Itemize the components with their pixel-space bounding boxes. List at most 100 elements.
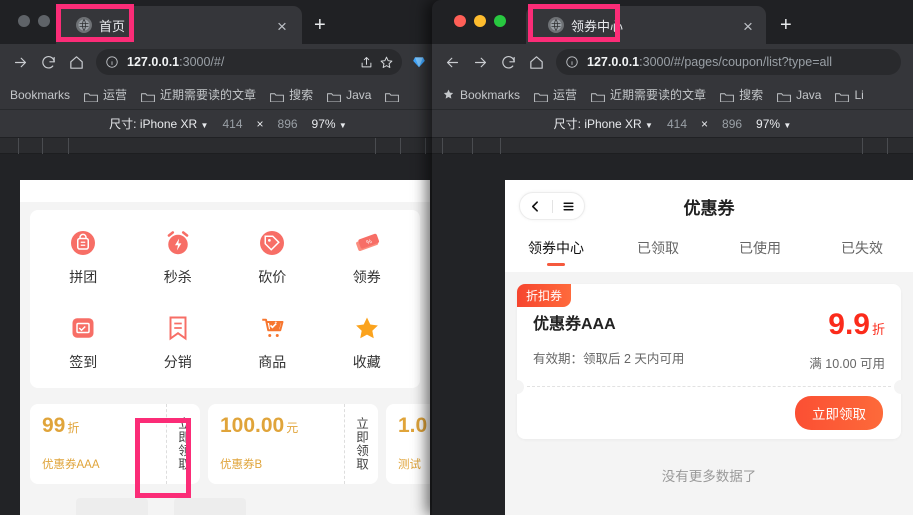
- coupon-discount: 9.9折: [809, 310, 885, 340]
- browser-tab-coupon[interactable]: 领券中心: [526, 6, 766, 44]
- device-size-label: 尺寸: iPhone XR: [109, 117, 197, 131]
- grid-item-lingquan[interactable]: % 领券: [320, 228, 415, 287]
- tab-label: 已使用: [739, 238, 781, 258]
- close-window-button[interactable]: [18, 15, 30, 27]
- device-stage-left: 拼团 秒杀: [0, 154, 456, 515]
- placeholder-block: [174, 498, 246, 515]
- grid-item-shoucang[interactable]: 收藏: [320, 313, 415, 372]
- nav-capsule[interactable]: [519, 192, 585, 220]
- tab-lingquan-zhongxin[interactable]: 领券中心: [505, 232, 607, 272]
- favorite-star-icon: [352, 313, 382, 343]
- bookmark-item[interactable]: Java: [322, 86, 376, 104]
- back-chevron-icon[interactable]: [520, 200, 552, 213]
- device-toolbar-left: 尺寸: iPhone XR ▼ 414 × 896 97% ▼: [0, 110, 456, 138]
- grid-item-qiandao[interactable]: 签到: [36, 313, 131, 372]
- bookmark-item[interactable]: 近期需要读的文章: [586, 84, 711, 105]
- bookmark-item[interactable]: 运营: [79, 84, 132, 105]
- coupon-info: 优惠券AAA 有效期：领取后 2 天内可用: [533, 310, 684, 367]
- reload-icon[interactable]: [494, 48, 522, 76]
- grid-item-label: 签到: [69, 352, 97, 372]
- tab-yishixiao[interactable]: 已失效: [811, 232, 913, 272]
- mini-coupon-amount: 99折: [42, 415, 166, 436]
- device-width-input[interactable]: 414: [222, 117, 242, 131]
- mini-coupon-take-label: 立即领取: [174, 417, 193, 471]
- grid-item-miaosha[interactable]: 秒杀: [131, 228, 226, 287]
- grid-item-pintuan[interactable]: 拼团: [36, 228, 131, 287]
- url-host-right: 127.0.0.1: [587, 55, 639, 69]
- forward-icon[interactable]: [6, 48, 34, 76]
- mini-coupon-card[interactable]: 99折 优惠券AAA 立即领取: [30, 404, 200, 484]
- device-height-input[interactable]: 896: [722, 117, 742, 131]
- tab-yishiyong[interactable]: 已使用: [709, 232, 811, 272]
- toolbar-left: 127.0.0.1:3000/#/ ⌘: [0, 44, 456, 80]
- coupon-card[interactable]: 折扣券 优惠券AAA 有效期：领取后 2 天内可用 9.9折 满 10.00 可…: [517, 284, 901, 439]
- star-outline-icon[interactable]: [376, 52, 396, 72]
- grid-item-label: 秒杀: [164, 267, 192, 287]
- new-tab-button-left[interactable]: +: [314, 15, 326, 35]
- mini-coupon-unit: 元: [286, 421, 298, 435]
- grid-item-kanjia[interactable]: 砍价: [225, 228, 320, 287]
- address-bar-right[interactable]: 127.0.0.1:3000/#/pages/coupon/list?type=…: [556, 49, 901, 75]
- placeholder-block: [76, 498, 148, 515]
- grid-item-fenxiao[interactable]: 分销: [131, 313, 226, 372]
- mini-coupon-take-button[interactable]: 立即领取: [344, 404, 378, 484]
- grid-item-label: 分销: [164, 352, 192, 372]
- bookmark-item[interactable]: Java: [772, 86, 826, 104]
- phone-viewport-coupon: 优惠券 领券中心 已领取 已使用 已失效: [505, 180, 913, 515]
- new-tab-button-right[interactable]: +: [780, 15, 792, 35]
- device-size-selector[interactable]: 尺寸: iPhone XR ▼: [554, 115, 653, 132]
- tab-close-icon-right[interactable]: ×: [743, 18, 753, 35]
- device-width-input[interactable]: 414: [667, 117, 687, 131]
- bookmark-item[interactable]: [380, 87, 404, 102]
- tab-close-icon-left[interactable]: ×: [277, 18, 287, 35]
- minimize-window-button[interactable]: [38, 15, 50, 27]
- mini-coupon-amount: 100.00元: [220, 415, 344, 436]
- gem-extension-icon[interactable]: [412, 55, 426, 69]
- bookmark-item[interactable]: 近期需要读的文章: [136, 84, 261, 105]
- bookmark-item[interactable]: 搜索: [265, 84, 318, 105]
- bookmark-item[interactable]: Bookmarks: [437, 86, 525, 104]
- maximize-window-button[interactable]: [494, 15, 506, 27]
- mini-coupon-card[interactable]: 1.0 测试: [386, 404, 430, 484]
- minimize-window-button[interactable]: [474, 15, 486, 27]
- bookmark-item[interactable]: Bookmarks: [5, 86, 75, 104]
- forward-icon[interactable]: [466, 48, 494, 76]
- take-coupon-button[interactable]: 立即领取: [795, 396, 883, 430]
- zoom-selector[interactable]: 97% ▼: [756, 117, 791, 131]
- bookmark-item[interactable]: Li: [830, 86, 868, 104]
- site-info-icon[interactable]: [105, 55, 119, 69]
- hamburger-menu-icon[interactable]: [552, 200, 584, 213]
- coupon-body: 优惠券AAA 有效期：领取后 2 天内可用 9.9折 满 10.00 可用: [517, 284, 901, 386]
- grid-item-shangpin[interactable]: 商品: [225, 313, 320, 372]
- share-icon[interactable]: [356, 52, 376, 72]
- back-icon[interactable]: [438, 48, 466, 76]
- window-controls-left[interactable]: [18, 15, 50, 27]
- mini-coupon-take-button[interactable]: 立即领取: [166, 404, 200, 484]
- home-icon-grid: 拼团 秒杀: [30, 210, 420, 388]
- device-size-selector[interactable]: 尺寸: iPhone XR ▼: [109, 115, 208, 132]
- device-toolbar-right: 尺寸: iPhone XR ▼ 414 × 896 97% ▼: [432, 110, 913, 138]
- star-icon: [442, 88, 455, 101]
- address-bar-left[interactable]: 127.0.0.1:3000/#/: [96, 49, 402, 75]
- tab-active-indicator: [649, 263, 667, 266]
- device-stage-right: 优惠券 领券中心 已领取 已使用 已失效: [432, 154, 913, 515]
- device-ruler-left: [0, 138, 456, 154]
- url-host-left: 127.0.0.1: [127, 55, 179, 69]
- window-controls-right[interactable]: [454, 15, 506, 27]
- mini-coupon-amount-value: 1.0: [398, 414, 427, 437]
- reload-icon[interactable]: [34, 48, 62, 76]
- bookmark-item[interactable]: 搜索: [715, 84, 768, 105]
- mini-coupon-name: 优惠券AAA: [42, 456, 166, 472]
- home-icon[interactable]: [522, 48, 550, 76]
- bookmark-item[interactable]: 运营: [529, 84, 582, 105]
- tab-yilingqu[interactable]: 已领取: [607, 232, 709, 272]
- browser-tab-home[interactable]: 首页: [56, 6, 302, 44]
- zoom-selector[interactable]: 97% ▼: [312, 117, 347, 131]
- close-window-button[interactable]: [454, 15, 466, 27]
- mini-coupon-card[interactable]: 100.00元 优惠券B 立即领取: [208, 404, 378, 484]
- site-info-icon[interactable]: [565, 55, 579, 69]
- coupon-footer: 立即领取: [517, 387, 901, 439]
- home-icon[interactable]: [62, 48, 90, 76]
- bookmark-label: Java: [796, 88, 821, 102]
- device-height-input[interactable]: 896: [278, 117, 298, 131]
